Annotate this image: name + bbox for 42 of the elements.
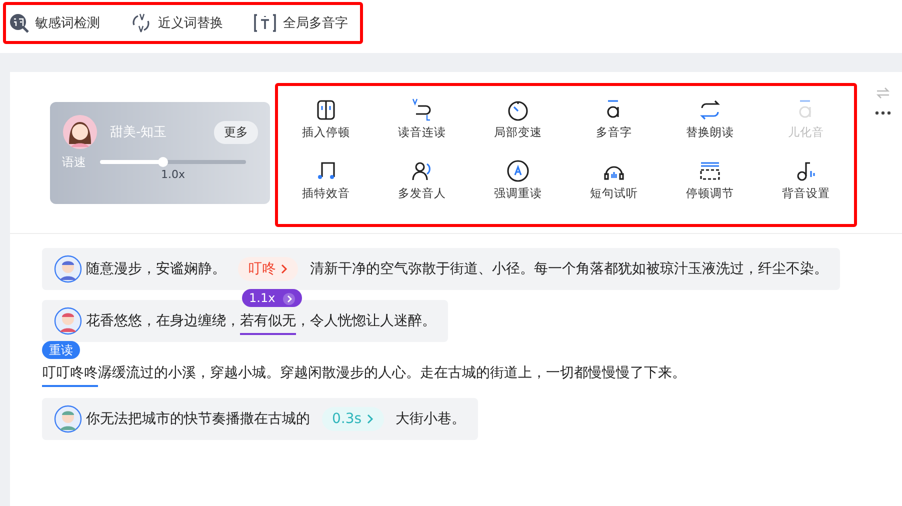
swap-icon	[130, 13, 152, 33]
avatar-icon	[54, 307, 82, 336]
tool-button[interactable]: 强调重读	[470, 155, 566, 216]
toolbar-button[interactable]: 敏感词检测	[9, 13, 100, 33]
swap-arrows-icon[interactable]	[876, 87, 890, 99]
avatar-icon	[62, 114, 98, 150]
note-wave-icon	[794, 159, 818, 183]
avatar-icon	[54, 255, 82, 284]
tool-button[interactable]: 背音设置	[758, 155, 854, 216]
speed-slider[interactable]	[100, 160, 246, 164]
tool-button[interactable]: 插特效音	[278, 155, 374, 216]
avatar-icon	[54, 405, 82, 434]
tool-button[interactable]: 短句试听	[566, 155, 662, 216]
chevron-icon	[283, 292, 295, 305]
repeat-icon	[698, 98, 722, 122]
pause-bars-icon	[314, 98, 338, 122]
stressed-text[interactable]: 叮叮咚咚	[42, 365, 98, 381]
tool-button[interactable]: 替换朗读	[662, 94, 758, 155]
speed-reading: 1.0x	[160, 168, 185, 181]
speed-label: 语速	[62, 154, 86, 171]
tool-button[interactable]: 局部变速	[470, 94, 566, 155]
tool-button[interactable]: 多音字	[566, 94, 662, 155]
speed-marked-text[interactable]: 若有似无	[240, 313, 296, 329]
tool-button[interactable]: 多发音人	[374, 155, 470, 216]
dashed-lines-icon	[698, 159, 722, 183]
toolbar-button[interactable]: 全局多音字	[253, 13, 348, 33]
tool-button[interactable]: 读音连读	[374, 94, 470, 155]
voice-name: 甜美-知玉	[110, 124, 168, 141]
timer-icon	[506, 98, 530, 122]
paragraph-block: 随意漫步，安谧娴静。 叮咚 清新干净的空气弥散于街道、小径。每一个角落都犹如被琼汁玉液洗过，纤尘不染。	[42, 248, 840, 290]
bracket-t-icon	[253, 13, 277, 33]
paragraph-block: 你无法把城市的快节奏播撒在古城的 0.3s 大街小巷。	[42, 398, 478, 440]
more-icon[interactable]	[875, 111, 891, 115]
magnifier-icon	[9, 13, 29, 33]
more-button[interactable]: 更多	[214, 120, 258, 144]
tool-button[interactable]: 停顿调节	[662, 155, 758, 216]
stress-badge[interactable]: 重读	[42, 341, 80, 359]
chevron-icon	[366, 414, 374, 424]
tool-button[interactable]: 插入停顿	[278, 94, 374, 155]
toolbar-button[interactable]: 近义词替换	[130, 13, 223, 33]
speed-badge[interactable]: 1.1x	[242, 289, 302, 307]
chevron-icon	[280, 264, 288, 274]
